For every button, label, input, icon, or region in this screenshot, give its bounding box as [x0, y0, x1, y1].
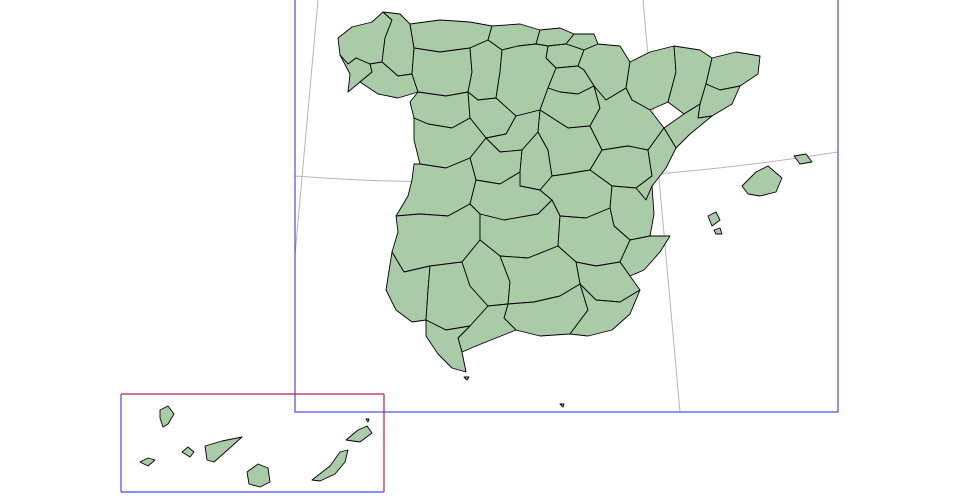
spain-provinces-map [120, 0, 839, 493]
island-gran-canaria[interactable] [246, 463, 271, 488]
province-barcelona[interactable] [697, 83, 741, 119]
island-la-gomera[interactable] [181, 446, 195, 458]
mainland-islets [463, 376, 565, 408]
island-mallorca[interactable] [741, 165, 783, 197]
islet-ceuta [463, 376, 470, 381]
islet-alboran [559, 403, 565, 408]
island-formentera[interactable] [713, 227, 723, 235]
map-root [0, 0, 960, 500]
island-fuerteventura[interactable] [311, 449, 349, 482]
islet-la-graciosa [365, 418, 370, 423]
island-menorca[interactable] [793, 153, 813, 165]
island-tenerife[interactable] [204, 436, 243, 463]
island-el-hierro[interactable] [139, 457, 156, 467]
island-lanzarote[interactable] [345, 425, 373, 443]
province-leon[interactable] [411, 47, 473, 97]
graticule-meridian-west [294, 0, 319, 256]
mainland-provinces [337, 11, 761, 373]
canary-islands [139, 405, 373, 488]
island-la-palma[interactable] [159, 405, 175, 428]
balearic-islands [707, 153, 813, 235]
province-girona[interactable] [705, 51, 761, 91]
island-ibiza[interactable] [707, 211, 721, 227]
